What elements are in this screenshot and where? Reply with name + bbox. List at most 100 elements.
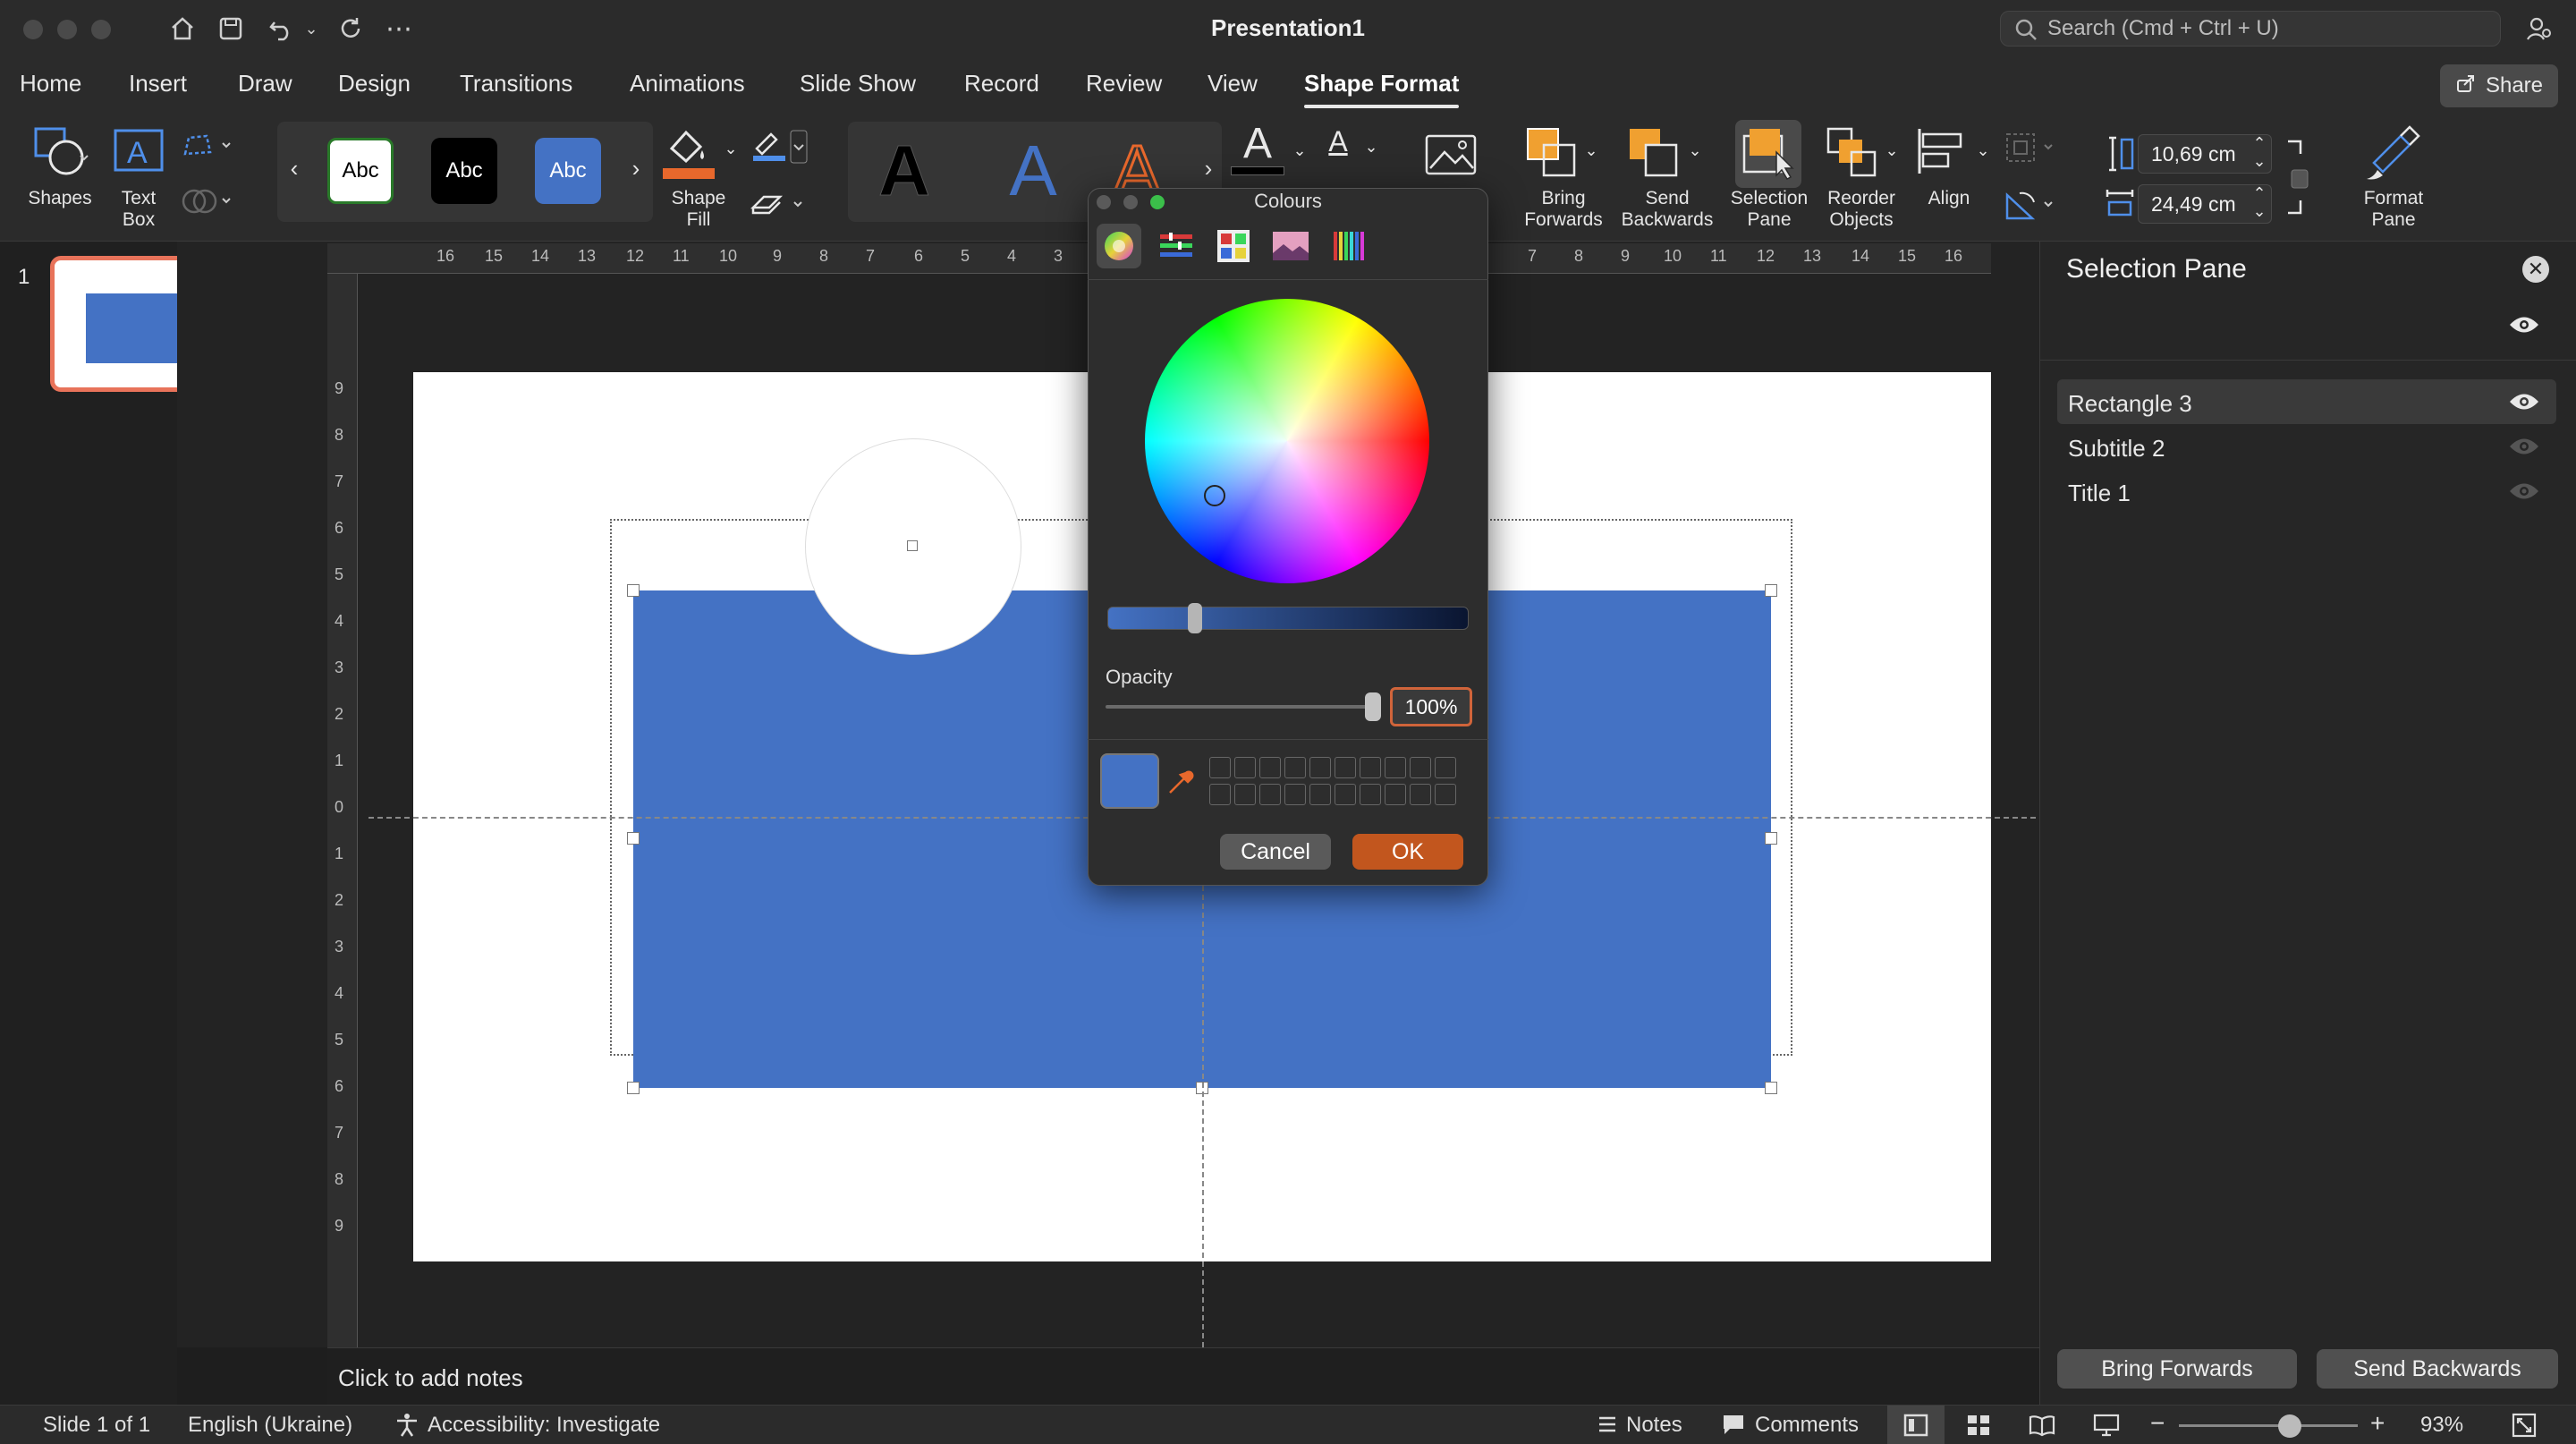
normal-view-button[interactable] (1887, 1406, 1945, 1444)
custom-swatch-slot[interactable] (1259, 784, 1281, 805)
shape-fill-dropdown-icon[interactable]: ⌄ (721, 138, 741, 159)
tab-animations[interactable]: Animations (630, 70, 745, 98)
alt-text-icon[interactable] (1422, 125, 1479, 181)
tab-draw[interactable]: Draw (238, 70, 292, 98)
opacity-slider-thumb[interactable] (1365, 692, 1381, 721)
send-backwards-button[interactable]: Send Backwards (2317, 1349, 2558, 1389)
tab-review[interactable]: Review (1086, 70, 1162, 98)
visibility-eye-icon[interactable] (2508, 392, 2540, 412)
custom-swatch-slot[interactable] (1234, 757, 1256, 778)
lock-aspect-ratio-icon[interactable] (2284, 138, 2309, 217)
text-fill-dropdown-icon[interactable]: ⌄ (1290, 140, 1309, 161)
slide-sorter-icon[interactable] (1966, 1414, 1991, 1443)
slide-show-icon[interactable] (2093, 1414, 2120, 1443)
shape-effects-icon[interactable] (748, 188, 810, 224)
custom-swatch-slot[interactable] (1309, 757, 1331, 778)
custom-swatch-slot[interactable] (1335, 784, 1356, 805)
custom-swatch-slot[interactable] (1435, 757, 1456, 778)
custom-swatch-slot[interactable] (1410, 784, 1431, 805)
shape-style-black[interactable]: Abc (431, 138, 497, 204)
custom-swatch-slot[interactable] (1360, 757, 1381, 778)
shapes-icon[interactable] (20, 123, 100, 177)
pencils-tab[interactable] (1326, 224, 1370, 268)
shape-fill-icon[interactable] (658, 122, 719, 181)
gallery-next-icon[interactable]: › (626, 157, 646, 180)
current-colour-swatch[interactable] (1100, 753, 1159, 809)
account-icon[interactable] (2521, 11, 2556, 47)
tab-shape-format[interactable]: Shape Format (1304, 70, 1460, 108)
selection-item-subtitle-2[interactable]: Subtitle 2 (2057, 424, 2556, 469)
custom-swatch-slot[interactable] (1435, 784, 1456, 805)
custom-swatch-slot[interactable] (1360, 784, 1381, 805)
wordart-blue[interactable]: A (993, 131, 1073, 211)
text-box-icon[interactable]: A (111, 127, 166, 175)
opacity-slider[interactable] (1106, 705, 1374, 709)
visibility-eye-icon[interactable] (2508, 481, 2540, 501)
colour-palettes-tab[interactable] (1211, 224, 1256, 268)
shape-style-outline[interactable]: Abc (327, 138, 394, 204)
selection-item-rectangle-3[interactable]: Rectangle 3 (2057, 379, 2556, 424)
fit-to-window-icon[interactable] (2512, 1413, 2537, 1444)
zoom-in-icon[interactable]: + (2370, 1409, 2385, 1438)
custom-swatch-slot[interactable] (1284, 757, 1306, 778)
custom-swatch-slot[interactable] (1309, 784, 1331, 805)
resize-handle-bottom-right[interactable] (1765, 1082, 1777, 1094)
resize-handle-middle-left[interactable] (627, 832, 640, 845)
tab-view[interactable]: View (1208, 70, 1258, 98)
custom-swatch-slot[interactable] (1259, 757, 1281, 778)
wordart-black[interactable]: A (864, 131, 945, 211)
custom-swatch-slot[interactable] (1209, 757, 1231, 778)
zoom-out-icon[interactable]: − (2150, 1409, 2165, 1438)
notes-area[interactable]: Click to add notes (327, 1347, 2039, 1405)
visibility-eye-icon[interactable] (2508, 437, 2540, 456)
resize-handle-middle-right[interactable] (1765, 832, 1777, 845)
format-pane-icon[interactable] (2361, 123, 2424, 183)
send-backwards-icon[interactable] (1626, 125, 1682, 181)
zoom-window-button[interactable] (91, 20, 111, 39)
close-window-button[interactable] (23, 20, 43, 39)
tab-design[interactable]: Design (338, 70, 411, 98)
undo-icon[interactable] (263, 11, 299, 47)
more-icon[interactable]: ⋯ (381, 11, 417, 47)
zoom-slider-thumb[interactable] (2278, 1414, 2301, 1438)
reorder-objects-dropdown-icon[interactable]: ⌄ (1882, 140, 1902, 161)
notes-toggle[interactable]: Notes (1626, 1413, 1682, 1438)
undo-dropdown-icon[interactable]: ⌄ (301, 11, 322, 47)
redo-icon[interactable] (333, 11, 369, 47)
shape-outline-icon[interactable] (748, 127, 810, 166)
selection-pane-icon[interactable] (1741, 125, 1796, 181)
cancel-button[interactable]: Cancel (1220, 834, 1331, 870)
custom-swatch-slot[interactable] (1410, 757, 1431, 778)
rotate-icon[interactable] (2004, 188, 2061, 224)
custom-swatch-slot[interactable] (1234, 784, 1256, 805)
reading-view-icon[interactable] (2029, 1414, 2055, 1443)
tab-transitions[interactable]: Transitions (460, 70, 572, 98)
zoom-slider-track[interactable] (2179, 1424, 2358, 1427)
comments-toggle[interactable]: Comments (1755, 1413, 1859, 1438)
image-palettes-tab[interactable] (1268, 224, 1313, 268)
eyedropper-icon[interactable] (1165, 766, 1197, 798)
text-outline-dropdown-icon[interactable]: ⌄ (1361, 136, 1381, 157)
bring-forwards-button[interactable]: Bring Forwards (2057, 1349, 2297, 1389)
bring-forwards-dropdown-icon[interactable]: ⌄ (1581, 140, 1601, 161)
wordart-next-icon[interactable]: › (1199, 157, 1218, 180)
colour-wheel[interactable] (1145, 299, 1429, 583)
resize-handle-bottom-left[interactable] (627, 1082, 640, 1094)
custom-swatch-slot[interactable] (1284, 784, 1306, 805)
reorder-objects-icon[interactable] (1825, 125, 1880, 181)
shape-style-blue[interactable]: Abc (535, 138, 601, 204)
show-all-eye-icon[interactable] (2508, 315, 2540, 335)
merge-shapes-icon[interactable] (179, 186, 238, 220)
custom-swatch-slot[interactable] (1385, 784, 1406, 805)
width-stepper[interactable]: ⌃ ⌄ (2250, 184, 2268, 220)
edit-shape-icon[interactable] (179, 131, 238, 165)
share-button[interactable]: Share (2440, 64, 2558, 107)
gallery-prev-icon[interactable]: ‹ (284, 157, 304, 180)
close-icon[interactable]: ✕ (2522, 256, 2549, 283)
circle-center-handle[interactable] (907, 540, 918, 551)
send-backwards-dropdown-icon[interactable]: ⌄ (1685, 140, 1705, 161)
colour-wheel-tab[interactable] (1097, 224, 1141, 268)
bring-forwards-icon[interactable] (1524, 125, 1580, 181)
custom-swatch-slot[interactable] (1335, 757, 1356, 778)
tab-slide-show[interactable]: Slide Show (800, 70, 916, 98)
